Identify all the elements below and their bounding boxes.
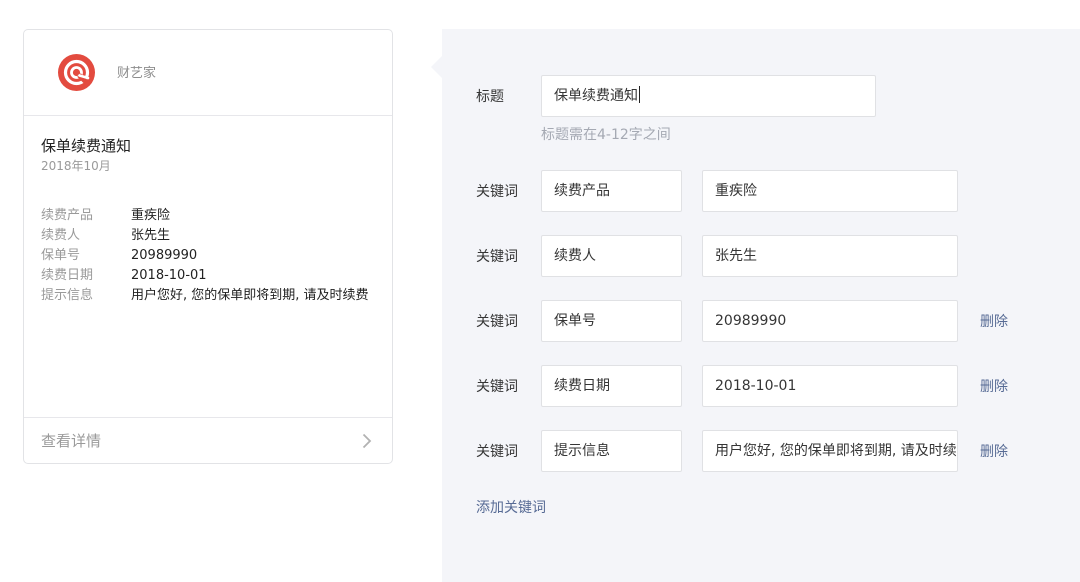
title-label: 标题 [476,89,504,105]
view-details-link[interactable]: 查看详情 [24,417,392,463]
keyword-name-input[interactable]: 续费产品 [541,170,682,212]
keyword-value-input[interactable]: 用户您好, 您的保单即将到期, 请及时续费 [702,430,958,472]
preview-field-value: 张先生 [131,228,171,243]
keyword-label: 关键词 [476,444,518,460]
keyword-name-input[interactable]: 提示信息 [541,430,682,472]
preview-field-value: 用户您好, 您的保单即将到期, 请及时续费 [131,288,369,303]
chevron-right-icon [362,433,372,449]
keyword-label: 关键词 [476,249,518,265]
keyword-value-input[interactable]: 张先生 [702,235,958,277]
preview-field-value: 20989990 [131,248,198,263]
preview-field: 续费人 张先生 [41,226,375,246]
keyword-row: 关键词 续费日期 2018-10-01 删除 [476,365,1008,407]
account-name: 财艺家 [117,65,157,81]
keyword-label: 关键词 [476,379,518,395]
preview-field-value: 2018-10-01 [131,268,207,283]
preview-date: 2018年10月 [41,159,111,173]
preview-field-key: 续费日期 [41,268,94,283]
keyword-value-input[interactable]: 重疾险 [702,170,958,212]
keyword-name-input[interactable]: 保单号 [541,300,682,342]
preview-field-key: 续费人 [41,228,81,243]
title-input[interactable]: 保单续费通知 [541,75,876,117]
preview-field-value: 重疾险 [131,208,171,223]
template-message-editor: 财艺家 保单续费通知 2018年10月 续费产品 重疾险 续费人 张先生 保单号… [0,0,1080,582]
keyword-row: 关键词 续费产品 重疾险 [476,170,958,212]
keyword-row: 关键词 保单号 20989990 删除 [476,300,1008,342]
delete-keyword-button[interactable]: 删除 [980,441,1008,461]
preview-field-key: 续费产品 [41,208,94,223]
panel-pointer [431,56,442,78]
message-preview-card: 财艺家 保单续费通知 2018年10月 续费产品 重疾险 续费人 张先生 保单号… [23,29,393,464]
preview-field-list: 续费产品 重疾险 续费人 张先生 保单号 20989990 续费日期 2018-… [41,206,375,306]
keyword-label: 关键词 [476,184,518,200]
preview-field-key: 提示信息 [41,288,94,303]
view-details-label: 查看详情 [41,432,102,450]
keyword-value-input[interactable]: 2018-10-01 [702,365,958,407]
preview-body: 保单续费通知 2018年10月 续费产品 重疾险 续费人 张先生 保单号 209… [24,116,392,418]
keyword-name-input[interactable]: 续费日期 [541,365,682,407]
delete-keyword-button[interactable]: 删除 [980,376,1008,396]
keyword-row: 关键词 续费人 张先生 [476,235,958,277]
title-row: 标题 保单续费通知 [476,75,876,117]
keyword-label: 关键词 [476,314,518,330]
preview-field: 续费产品 重疾险 [41,206,375,226]
text-caret [639,86,640,103]
keyword-name-input[interactable]: 续费人 [541,235,682,277]
delete-keyword-button[interactable]: 删除 [980,311,1008,331]
keyword-value-input[interactable]: 20989990 [702,300,958,342]
add-keyword-button[interactable]: 添加关键词 [476,497,546,517]
preview-title: 保单续费通知 [41,137,132,155]
preview-field: 提示信息 用户您好, 您的保单即将到期, 请及时续费 [41,286,375,306]
keyword-row: 关键词 提示信息 用户您好, 您的保单即将到期, 请及时续费 删除 [476,430,1008,472]
preview-field: 续费日期 2018-10-01 [41,266,375,286]
title-input-value: 保单续费通知 [554,88,638,104]
preview-header: 财艺家 [24,30,392,116]
preview-field: 保单号 20989990 [41,246,375,266]
caiyijia-logo-icon [58,54,95,91]
title-hint: 标题需在4-12字之间 [541,127,671,143]
preview-field-key: 保单号 [41,248,81,263]
